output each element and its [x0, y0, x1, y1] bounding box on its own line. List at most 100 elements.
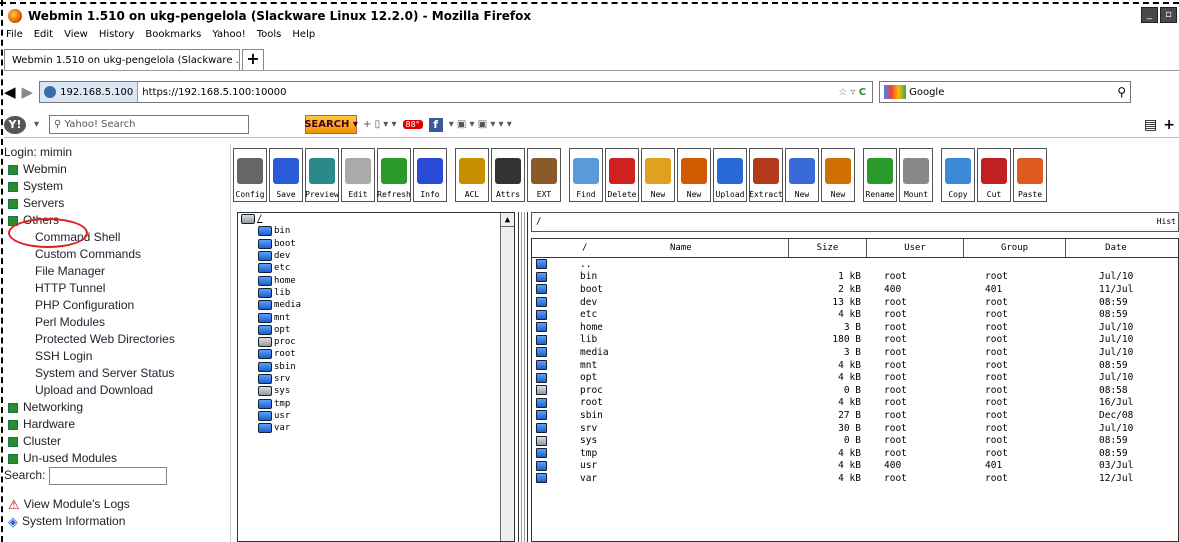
table-row[interactable]: sbin 27 B root root Dec/08: [532, 409, 1178, 422]
file-name[interactable]: dev: [576, 297, 789, 308]
path-bar[interactable]: / Hist: [531, 212, 1179, 232]
toolbar-button-edit[interactable]: Edit: [341, 148, 375, 202]
new-tab-button[interactable]: +: [242, 49, 264, 70]
module-search-input[interactable]: [49, 466, 168, 485]
table-row[interactable]: opt 4 kB root root Jul/10: [532, 371, 1178, 384]
sidebar-item-file-manager[interactable]: File Manager: [4, 263, 229, 280]
table-row[interactable]: lib 180 B root root Jul/10: [532, 334, 1178, 347]
tree-folder[interactable]: opt: [238, 324, 514, 336]
toolbar-button-info[interactable]: Info: [413, 148, 447, 202]
table-row[interactable]: tmp 4 kB root root 08:59: [532, 447, 1178, 460]
file-name[interactable]: lib: [576, 334, 789, 345]
maximize-button[interactable]: ▫: [1160, 7, 1177, 23]
menu-item-history[interactable]: History: [99, 29, 135, 45]
file-name[interactable]: tmp: [576, 448, 789, 459]
table-row[interactable]: proc 0 B root root 08:58: [532, 384, 1178, 397]
menu-item-yahoo[interactable]: Yahoo!: [212, 29, 245, 45]
tab-webmin[interactable]: Webmin 1.510 on ukg-pengelola (Slackware…: [4, 49, 240, 70]
sidebar-item-protected-web-directories[interactable]: Protected Web Directories: [4, 331, 229, 348]
table-row[interactable]: boot 2 kB 400 401 11/Jul: [532, 283, 1178, 296]
tree-folder[interactable]: lib: [238, 287, 514, 299]
header-name[interactable]: / Name: [576, 239, 789, 257]
toolbar-button-new[interactable]: New: [785, 148, 819, 202]
url-text[interactable]: https://192.168.5.100:10000: [138, 87, 838, 98]
file-name[interactable]: boot: [576, 284, 789, 295]
sidebar-category-hardware[interactable]: Hardware: [4, 416, 229, 433]
toolbar-button-save[interactable]: Save: [269, 148, 303, 202]
tree-folder[interactable]: sbin: [238, 361, 514, 373]
file-name[interactable]: etc: [576, 309, 789, 320]
plus-icon[interactable]: +: [1163, 117, 1175, 133]
file-name[interactable]: home: [576, 322, 789, 333]
sidebar-category-cluster[interactable]: Cluster: [4, 433, 229, 450]
url-bar[interactable]: 192.168.5.100 https://192.168.5.100:1000…: [39, 81, 874, 103]
toolbar-button-extract[interactable]: Extract: [749, 148, 783, 202]
toolbar-button-attrs[interactable]: Attrs: [491, 148, 525, 202]
site-identity[interactable]: 192.168.5.100: [40, 82, 139, 102]
toolbar-button-new[interactable]: New: [821, 148, 855, 202]
sidebar-item-php-configuration[interactable]: PHP Configuration: [4, 297, 229, 314]
header-user[interactable]: User: [867, 239, 964, 257]
sidebar-category-un-used-modules[interactable]: Un-used Modules: [4, 450, 229, 467]
tree-folder[interactable]: dev: [238, 250, 514, 262]
toolbar-button-config[interactable]: Config: [233, 148, 267, 202]
table-row[interactable]: media 3 B root root Jul/10: [532, 346, 1178, 359]
toolbar-button-upload[interactable]: Upload: [713, 148, 747, 202]
sidebar-category-webmin[interactable]: Webmin: [4, 161, 229, 178]
tree-folder[interactable]: boot: [238, 238, 514, 250]
tree-root[interactable]: /: [238, 213, 514, 225]
yahoo-logo-icon[interactable]: Y!: [4, 115, 26, 134]
sidebar-category-servers[interactable]: Servers: [4, 195, 229, 212]
tree-folder[interactable]: etc: [238, 262, 514, 274]
file-name[interactable]: var: [576, 473, 789, 484]
tree-scrollbar[interactable]: ▲: [500, 213, 514, 541]
table-row[interactable]: home 3 B root root Jul/10: [532, 321, 1178, 334]
sidebar-category-others[interactable]: Others: [4, 212, 229, 229]
table-row[interactable]: sys 0 B root root 08:59: [532, 434, 1178, 447]
toolbar-extras-icon[interactable]: ▾ ▣ ▾ ▣ ▾ ▾ ▾: [449, 119, 512, 130]
yahoo-search-button[interactable]: SEARCH ▾: [304, 115, 358, 134]
toolbar-button-preview[interactable]: Preview: [305, 148, 339, 202]
scroll-up-icon[interactable]: ▲: [501, 213, 514, 227]
toolbar-button-ext[interactable]: EXT: [527, 148, 561, 202]
file-name[interactable]: bin: [576, 271, 789, 282]
sidebar-item-custom-commands[interactable]: Custom Commands: [4, 246, 229, 263]
toolbar-button-new[interactable]: New: [641, 148, 675, 202]
menu-item-bookmarks[interactable]: Bookmarks: [145, 29, 201, 45]
tree-folder[interactable]: tmp: [238, 397, 514, 409]
toolbar-button-cut[interactable]: Cut: [977, 148, 1011, 202]
table-row[interactable]: dev 13 kB root root 08:59: [532, 296, 1178, 309]
header-size[interactable]: Size: [789, 239, 867, 257]
list-icon[interactable]: ▤: [1144, 117, 1157, 133]
tree-folder[interactable]: sys: [238, 385, 514, 397]
file-name[interactable]: usr: [576, 460, 789, 471]
tree-folder[interactable]: mnt: [238, 311, 514, 323]
file-name[interactable]: ..: [576, 259, 789, 270]
sidebar-item-command-shell[interactable]: Command Shell: [4, 229, 229, 246]
sidebar-category-system[interactable]: System: [4, 178, 229, 195]
tree-folder[interactable]: proc: [238, 336, 514, 348]
toolbar-more-icon[interactable]: + ▯ ▾ ▾: [363, 119, 396, 130]
tree-folder[interactable]: srv: [238, 373, 514, 385]
toolbar-button-new[interactable]: New: [677, 148, 711, 202]
forward-icon[interactable]: ▶: [22, 83, 34, 101]
web-search-box[interactable]: Google ⚲: [879, 81, 1132, 103]
toolbar-button-refresh[interactable]: Refresh: [377, 148, 411, 202]
minimize-button[interactable]: _: [1141, 7, 1158, 23]
toolbar-button-find[interactable]: Find: [569, 148, 603, 202]
table-row[interactable]: mnt 4 kB root root 08:59: [532, 359, 1178, 372]
file-name[interactable]: srv: [576, 423, 789, 434]
file-name[interactable]: proc: [576, 385, 789, 396]
file-name[interactable]: opt: [576, 372, 789, 383]
pane-splitter[interactable]: [518, 212, 528, 542]
weather-badge[interactable]: 88°: [402, 120, 423, 129]
menu-item-view[interactable]: View: [64, 29, 88, 45]
table-row[interactable]: srv 30 B root root Jul/10: [532, 422, 1178, 435]
yahoo-search-input[interactable]: ⚲ Yahoo! Search: [49, 115, 250, 134]
table-row[interactable]: usr 4 kB 400 401 03/Jul: [532, 460, 1178, 473]
header-date[interactable]: Date: [1066, 239, 1166, 257]
history-button[interactable]: Hist: [1157, 217, 1176, 226]
table-row[interactable]: var 4 kB root root 12/Jul: [532, 472, 1178, 485]
tree-folder[interactable]: home: [238, 274, 514, 286]
toolbar-button-delete[interactable]: Delete: [605, 148, 639, 202]
